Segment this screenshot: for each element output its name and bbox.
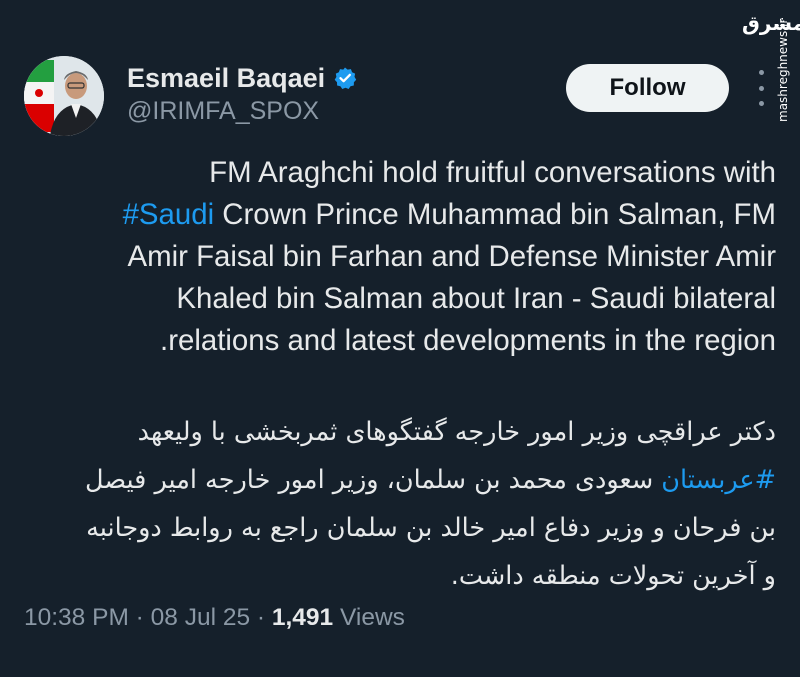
- tweet-text-line: FM Araghchi hold fruitful conversations …: [209, 156, 776, 189]
- tweet-text-line: #عربستان سعودی محمد بن سلمان، وزیر امور …: [85, 465, 776, 495]
- follow-button[interactable]: Follow: [566, 64, 729, 112]
- meta-separator: ·: [128, 604, 151, 631]
- profile-photo-icon: [24, 56, 104, 136]
- more-options-icon[interactable]: [754, 70, 768, 106]
- watermark-site: mashreghnews.ir: [776, 18, 790, 122]
- avatar[interactable]: [24, 56, 104, 136]
- views-label: Views: [333, 604, 405, 631]
- author-name-row: Esmaeil Baqaei: [127, 62, 357, 94]
- tweet-meta: 10:38 PM · 08 Jul 25 · 1,491 Views: [24, 602, 405, 634]
- tweet-text-line: #Saudi Crown Prince Muhammad bin Salman,…: [122, 198, 776, 231]
- tweet-text-line: Khaled bin Salman about Iran - Saudi bil…: [176, 282, 776, 315]
- verified-badge-icon: [333, 66, 357, 90]
- tweet-text-line: relations and latest developments in the…: [160, 324, 776, 357]
- tweet-text-line: Amir Faisal bin Farhan and Defense Minis…: [127, 240, 776, 273]
- tweet-time[interactable]: 10:38 PM: [24, 604, 129, 631]
- hashtag-link[interactable]: #Saudi: [123, 198, 215, 231]
- tweet-text-line: بن فرحان و وزیر دفاع امیر خالد بن سلمان …: [86, 513, 776, 543]
- tweet-text-english: FM Araghchi hold fruitful conversations …: [30, 152, 776, 362]
- views-count[interactable]: 1,491: [272, 604, 333, 631]
- tweet-text-line: دکتر عراقچی وزیر امور خارجه گفتگوهای ثمر…: [137, 417, 776, 447]
- author-name[interactable]: Esmaeil Baqaei: [127, 62, 325, 94]
- tweet-date[interactable]: 08 Jul 25: [151, 604, 250, 631]
- meta-separator: ·: [250, 604, 272, 631]
- tweet-card: مشرق mashreghnews.ir Esmaeil Baqaei @IRI…: [0, 0, 800, 677]
- hashtag-link[interactable]: #عربستان: [661, 465, 776, 495]
- tweet-text-line: و آخرین تحولات منطقه داشت.: [450, 561, 776, 591]
- author-handle[interactable]: @IRIMFA_SPOX: [127, 96, 319, 126]
- tweet-text-persian: دکتر عراقچی وزیر امور خارجه گفتگوهای ثمر…: [30, 408, 776, 600]
